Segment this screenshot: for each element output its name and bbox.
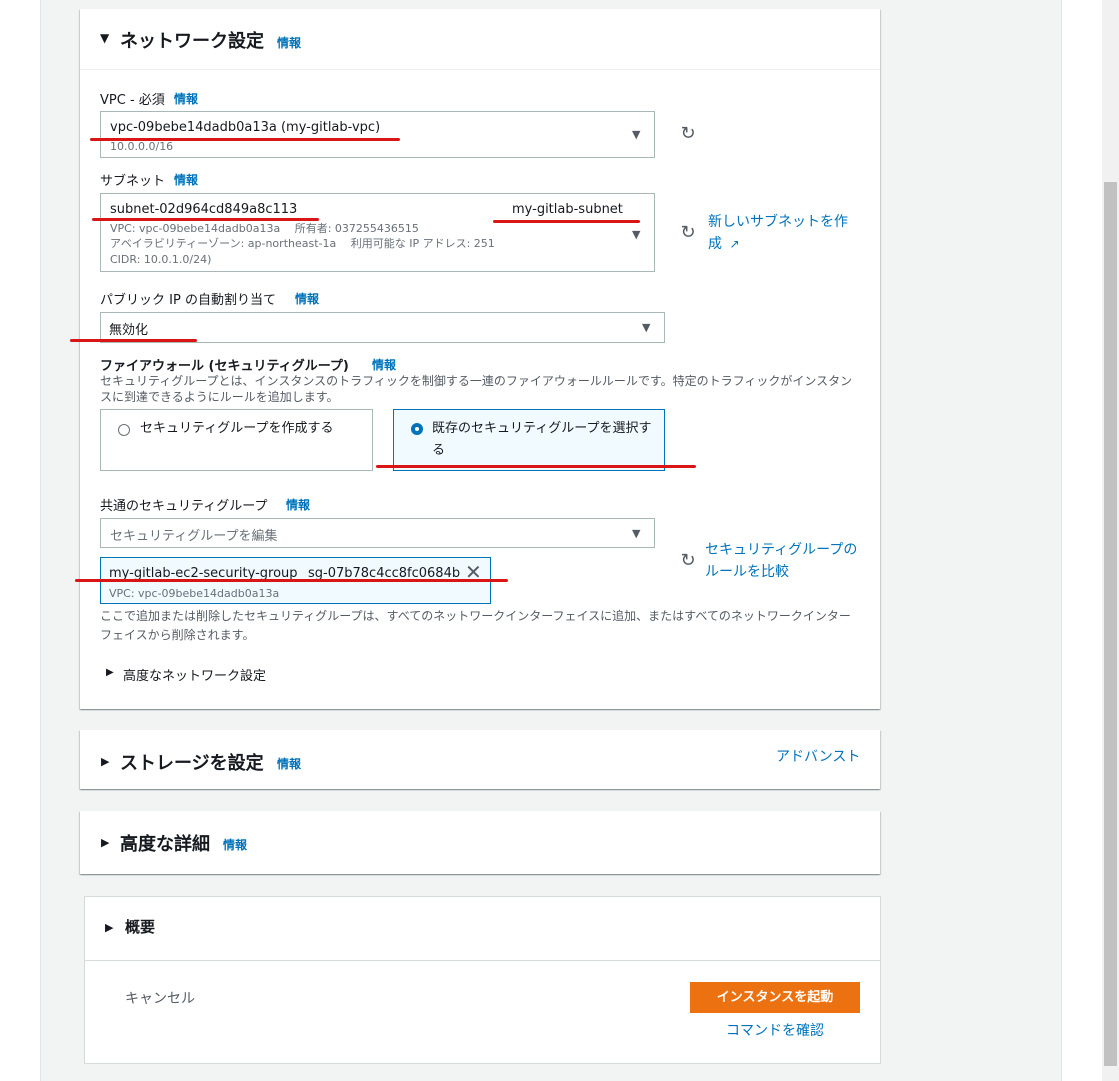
radio-button-selected[interactable] (411, 423, 423, 435)
advanced-network-toggle[interactable]: 高度なネットワーク設定 (123, 665, 266, 684)
dropdown-arrow-icon: ▼ (632, 527, 641, 540)
annotation-underline (75, 579, 508, 582)
radio-existing-label: 既存のセキュリティグループを選択する (432, 421, 652, 458)
annotation-underline (70, 339, 197, 342)
cancel-button[interactable]: キャンセル (125, 988, 195, 1008)
caret-down-icon[interactable]: ▼ (100, 31, 109, 45)
refresh-icon[interactable]: ↻ (677, 550, 699, 572)
security-group-select[interactable]: セキュリティグループを編集 ▼ (100, 518, 655, 548)
subnet-detail-line: CIDR: 10.0.1.0/24) (110, 253, 212, 266)
radio-create-security-group[interactable]: セキュリティグループを作成する (100, 409, 373, 471)
external-link-icon: ↗ (729, 237, 740, 251)
vpc-select[interactable]: vpc-09bebe14dadb0a13a (my-gitlab-vpc) 10… (100, 111, 655, 158)
storage-title[interactable]: ストレージを設定 (120, 749, 264, 775)
token-vpc: VPC: vpc-09bebe14dadb0a13a (109, 587, 280, 600)
summary-divider (85, 960, 880, 961)
subnet-select-value: subnet-02d964cd849a8c113 (110, 202, 298, 217)
scrollbar-thumb[interactable] (1104, 182, 1117, 1066)
vpc-select-value: vpc-09bebe14dadb0a13a (my-gitlab-vpc) (110, 120, 381, 135)
common-sg-label: 共通のセキュリティグループ (100, 499, 268, 514)
caret-right-icon[interactable]: ▶ (105, 921, 113, 934)
firewall-label: ファイアウォール (セキュリティグループ) (100, 359, 349, 374)
radio-existing-security-group[interactable]: 既存のセキュリティグループを選択する (393, 409, 665, 471)
dropdown-arrow-icon: ▼ (642, 321, 651, 334)
advanced-details-title[interactable]: 高度な詳細 (120, 830, 210, 856)
dropdown-arrow-icon: ▼ (632, 228, 641, 241)
storage-advanced-link[interactable]: アドバンスト (776, 746, 860, 768)
advanced-details-info-link[interactable]: 情報 (223, 836, 247, 853)
annotation-underline (92, 218, 319, 221)
launch-instance-button[interactable]: インスタンスを起動 (690, 982, 860, 1013)
firewall-info-link[interactable]: 情報 (372, 356, 396, 373)
vpc-label: VPC - 必須 (100, 93, 165, 108)
annotation-underline (90, 138, 400, 141)
security-group-note: ここで追加または削除したセキュリティグループは、すべてのネットワークインターフェ… (100, 609, 851, 642)
public-ip-info-link[interactable]: 情報 (295, 290, 319, 307)
dropdown-arrow-icon: ▼ (632, 128, 641, 141)
summary-title[interactable]: 概要 (125, 916, 155, 937)
subnet-detail-line: アベイラビリティーゾーン: ap-northeast-1a 利用可能な IP ア… (110, 237, 495, 250)
network-settings-title[interactable]: ネットワーク設定 (120, 27, 264, 53)
subnet-detail-line: VPC: vpc-09bebe14dadb0a13a 所有者: 03725543… (110, 222, 419, 235)
public-ip-select-value: 無効化 (109, 323, 149, 338)
public-ip-label: パブリック IP の自動割り当て (100, 293, 276, 308)
storage-info-link[interactable]: 情報 (277, 755, 301, 772)
annotation-underline (493, 220, 640, 223)
caret-right-icon[interactable]: ▶ (106, 667, 114, 678)
annotation-underline (376, 465, 696, 468)
subnet-select-name: my-gitlab-subnet (512, 202, 623, 217)
firewall-description: セキュリティグループとは、インスタンスのトラフィックを制御する一連のファイアウォ… (100, 374, 853, 404)
vpc-select-cidr: 10.0.0.0/16 (110, 140, 174, 153)
compare-rules-link[interactable]: セキュリティグループのルールを比較 (705, 539, 865, 583)
security-group-select-placeholder: セキュリティグループを編集 (110, 529, 278, 544)
left-gutter (0, 0, 40, 1081)
network-info-link[interactable]: 情報 (277, 34, 301, 51)
subnet-info-link[interactable]: 情報 (174, 171, 198, 188)
radio-create-label: セキュリティグループを作成する (140, 421, 334, 436)
refresh-icon[interactable]: ↻ (677, 123, 699, 145)
subnet-select[interactable]: subnet-02d964cd849a8c113 my-gitlab-subne… (100, 193, 655, 272)
caret-right-icon[interactable]: ▶ (101, 836, 109, 849)
review-command-link[interactable]: コマンドを確認 (726, 1020, 824, 1042)
caret-right-icon[interactable]: ▶ (101, 755, 109, 768)
subnet-label: サブネット (100, 174, 166, 189)
common-sg-info-link[interactable]: 情報 (286, 496, 310, 513)
radio-button[interactable] (118, 424, 130, 436)
create-subnet-link[interactable]: 新しいサブネットを作成 ↗ (708, 211, 858, 255)
refresh-icon[interactable]: ↻ (677, 222, 699, 244)
panel-divider (80, 69, 880, 70)
vpc-info-link[interactable]: 情報 (174, 90, 198, 107)
